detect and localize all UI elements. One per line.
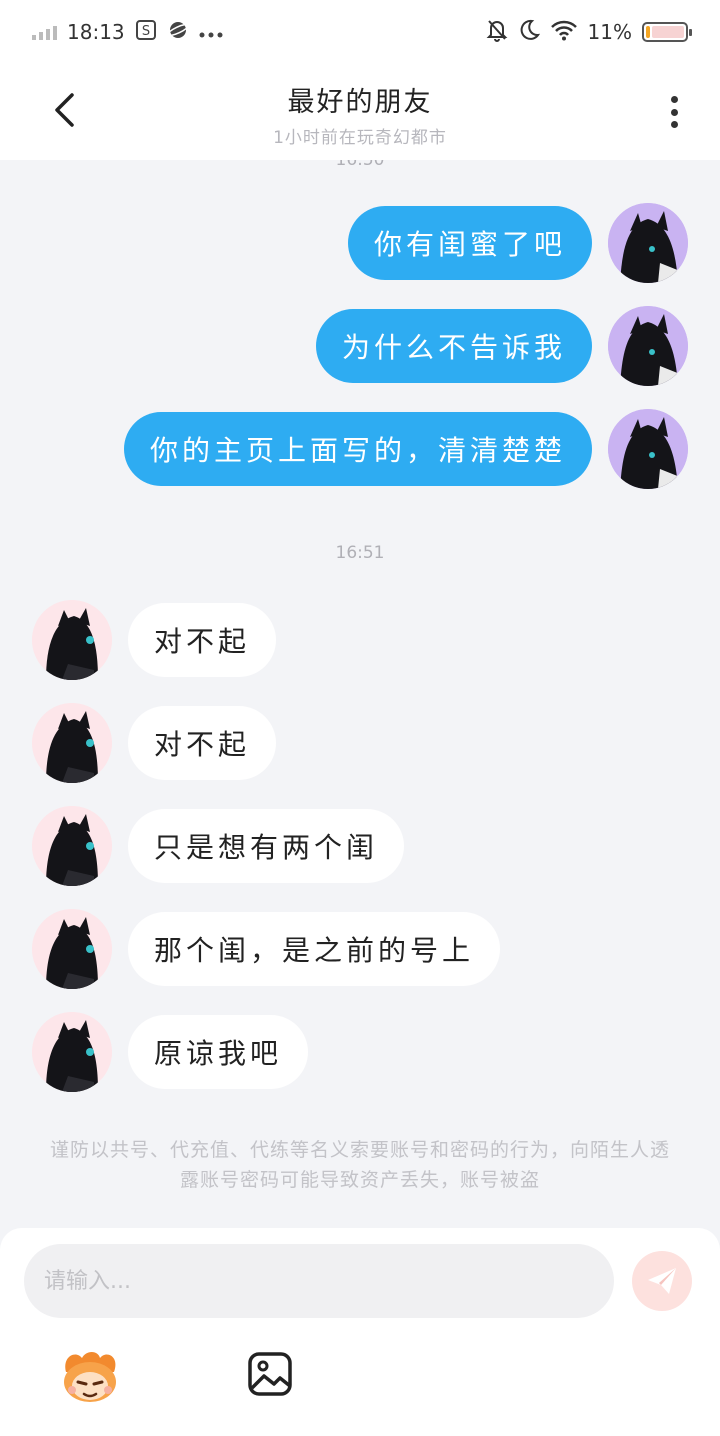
emoji-button[interactable] [58, 1346, 122, 1406]
status-bar-right: 11% [486, 18, 692, 47]
moon-icon [518, 19, 540, 46]
status-bar: 18:13 S 11% [0, 0, 720, 64]
message-list[interactable]: 16:50 你有闺蜜了吧 为什么不告诉我 你的主页上面写的，清清楚楚 16:51… [0, 160, 720, 1230]
message-bubble[interactable]: 只是想有两个闺 [128, 809, 405, 883]
mute-bell-icon [486, 18, 508, 47]
security-warning: 谨防以共号、代充值、代练等名义索要账号和密码的行为，向陌生人透露账号密码可能导致… [50, 1139, 671, 1191]
my-avatar[interactable] [608, 409, 688, 489]
message-bubble[interactable]: 你的主页上面写的，清清楚楚 [123, 412, 592, 486]
battery-icon [642, 22, 692, 42]
title-block: 最好的朋友 1小时前在玩奇幻都市 [0, 80, 720, 148]
friend-avatar[interactable] [32, 1012, 112, 1092]
more-notifications-icon [199, 20, 223, 44]
friend-avatar[interactable] [32, 600, 112, 680]
message-bubble[interactable]: 对不起 [128, 706, 277, 780]
image-icon [248, 1352, 292, 1396]
message-input[interactable] [24, 1244, 614, 1318]
chat-header: 最好的朋友 1小时前在玩奇幻都市 [0, 64, 720, 160]
app-notification-icon: S [135, 19, 157, 46]
svg-text:S: S [142, 24, 150, 39]
message-outgoing: 你有闺蜜了吧 [0, 203, 720, 283]
more-options-button[interactable] [658, 92, 690, 132]
friend-avatar[interactable] [32, 703, 112, 783]
message-incoming: 对不起 [0, 703, 720, 783]
page-title: 最好的朋友 [287, 87, 433, 118]
message-bubble[interactable]: 原谅我吧 [128, 1015, 309, 1089]
status-time: 18:13 [67, 20, 125, 44]
timestamp-top: 16:50 [335, 160, 385, 170]
wifi-icon [550, 19, 578, 46]
planet-icon [166, 19, 189, 46]
my-avatar[interactable] [608, 203, 688, 283]
image-button[interactable] [246, 1350, 294, 1398]
message-incoming: 原谅我吧 [0, 1012, 720, 1092]
friend-avatar[interactable] [32, 806, 112, 886]
presence-status: 1小时前在玩奇幻都市 [273, 128, 447, 148]
signal-icon [32, 24, 57, 40]
composer [0, 1228, 720, 1436]
message-bubble[interactable]: 你有闺蜜了吧 [347, 206, 592, 280]
battery-percent: 11% [587, 20, 632, 44]
friend-avatar[interactable] [32, 909, 112, 989]
message-incoming: 对不起 [0, 600, 720, 680]
mascot-face-icon [64, 1352, 116, 1402]
message-incoming: 只是想有两个闺 [0, 806, 720, 886]
status-bar-left: 18:13 S [32, 19, 223, 46]
message-outgoing: 为什么不告诉我 [0, 306, 720, 386]
timestamp-middle: 16:51 [335, 543, 385, 563]
message-outgoing: 你的主页上面写的，清清楚楚 [0, 409, 720, 489]
more-vertical-icon [670, 96, 678, 103]
message-bubble[interactable]: 对不起 [128, 603, 277, 677]
my-avatar[interactable] [608, 306, 688, 386]
message-bubble[interactable]: 为什么不告诉我 [315, 309, 592, 383]
message-bubble[interactable]: 那个闺，是之前的号上 [128, 912, 501, 986]
message-incoming: 那个闺，是之前的号上 [0, 909, 720, 989]
send-button[interactable] [632, 1251, 692, 1311]
paper-plane-icon [648, 1268, 676, 1294]
